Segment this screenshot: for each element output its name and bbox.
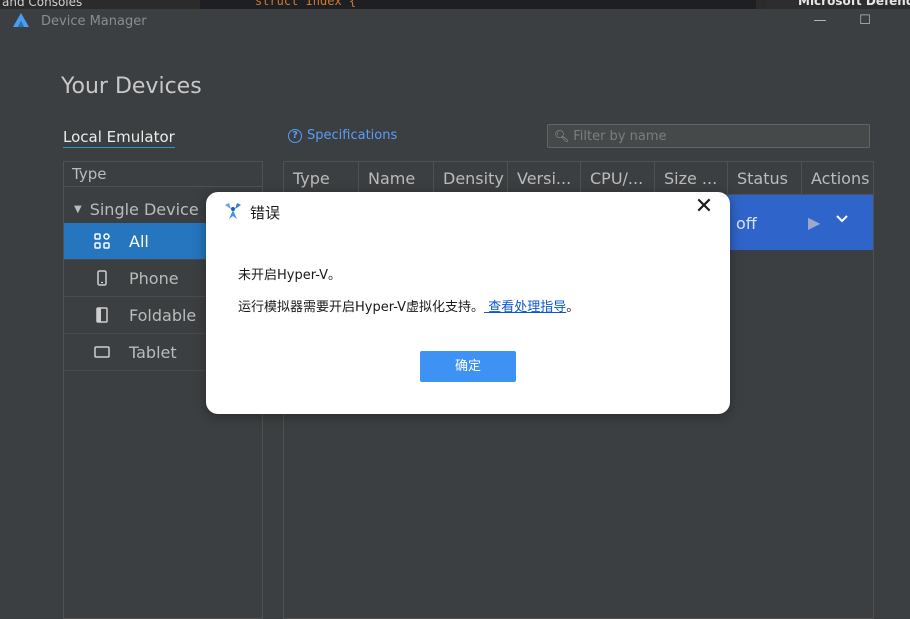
play-icon[interactable]: ▶ (808, 213, 820, 232)
chevron-down-icon[interactable] (836, 212, 848, 228)
foldable-icon (94, 307, 110, 323)
specifications-label: Specifications (307, 128, 398, 143)
column-header-cpu[interactable]: CPU/... (581, 162, 655, 194)
column-header-type[interactable]: Type (284, 162, 359, 194)
background-right-app-text: Microsoft Defender (798, 0, 910, 8)
error-detail-text: 运行模拟器需要开启Hyper-V虚拟化支持。 (238, 300, 485, 315)
background-apps: and Consoles struct Index { Microsoft De… (0, 0, 910, 9)
filter-input[interactable] (573, 128, 854, 144)
app-logo-icon (225, 203, 241, 219)
background-right-app: Microsoft Defender (766, 0, 910, 9)
phone-icon (94, 270, 110, 286)
specifications-link[interactable]: ? Specifications (288, 128, 397, 143)
column-header-size[interactable]: Size ... (655, 162, 728, 194)
error-detail-suffix: 。 (566, 300, 580, 315)
error-detail: 运行模拟器需要开启Hyper-V虚拟化支持。 查看处理指导。 (238, 296, 579, 315)
device-status: off (736, 214, 757, 233)
maximize-button[interactable]: ☐ (853, 12, 877, 30)
tablet-icon (94, 344, 110, 360)
search-icon: 🔍︎ (554, 129, 570, 143)
column-header-actions[interactable]: Actions (802, 162, 873, 194)
column-header-density[interactable]: Density (434, 162, 508, 194)
background-code-panel: struct Index { (200, 0, 756, 9)
error-dialog: 错误 ✕ 未开启Hyper-V。 运行模拟器需要开启Hyper-V虚拟化支持。 … (206, 192, 730, 414)
type-item-label: Tablet (129, 342, 177, 362)
guide-link[interactable]: 查看处理指导 (484, 300, 566, 315)
window-title: Device Manager (41, 14, 147, 29)
type-panel-header: Type (64, 162, 262, 187)
tab-local-emulator[interactable]: Local Emulator (63, 128, 175, 148)
column-header-version[interactable]: Versi... (508, 162, 581, 194)
ok-button[interactable]: 确定 (420, 351, 516, 382)
help-icon: ? (288, 128, 302, 143)
background-left-text: and Consoles (2, 0, 83, 9)
page-title: Your Devices (61, 74, 202, 99)
error-message: 未开启Hyper-V。 (238, 268, 342, 283)
close-icon[interactable]: ✕ (693, 196, 715, 219)
app-logo-icon (13, 13, 29, 27)
type-item-label: Foldable (129, 305, 197, 325)
column-header-status[interactable]: Status (728, 162, 802, 194)
expand-triangle-icon: ▼ (74, 203, 82, 215)
type-item-label: All (129, 231, 149, 251)
table-header: Type Name Density Versi... CPU/... Size … (284, 162, 873, 195)
minimize-button[interactable]: — (808, 12, 832, 30)
background-code-text: struct Index { (255, 0, 357, 8)
column-header-name[interactable]: Name (359, 162, 434, 194)
title-bar: Device Manager — ☐ (0, 9, 910, 35)
single-device-label: Single Device (89, 199, 199, 219)
dialog-title: 错误 (250, 204, 281, 222)
grid-icon (94, 233, 110, 249)
filter-box[interactable]: 🔍︎ (547, 124, 870, 148)
type-item-label: Phone (129, 268, 179, 288)
device-manager-screen: and Consoles struct Index { Microsoft De… (0, 0, 910, 619)
